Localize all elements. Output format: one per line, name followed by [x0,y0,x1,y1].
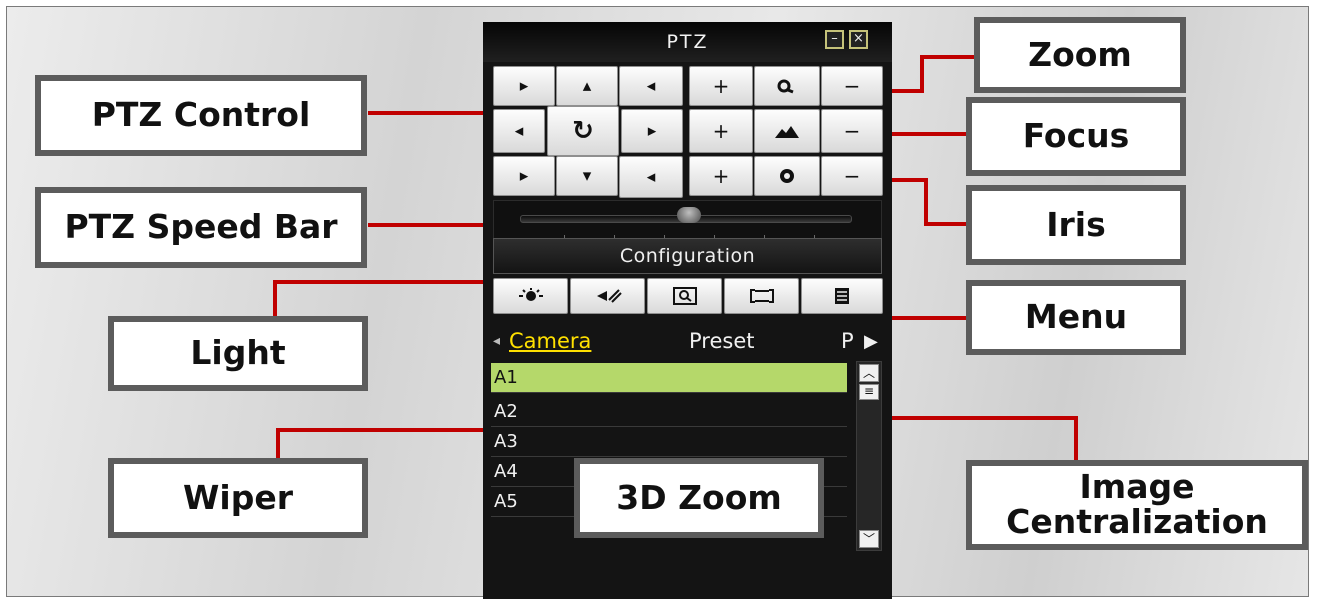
camera-name: A5 [494,491,518,512]
image-centralization-icon [749,289,774,303]
callout-ptz-control: PTZ Control [35,75,367,156]
callout-image-centralization-line1: Image [1079,467,1195,507]
camera-name: A1 [494,367,518,388]
camera-name: A3 [494,431,518,452]
pan-up-left-button[interactable]: ▸ [493,66,555,106]
3d-zoom-icon [672,287,697,305]
wiper-icon [596,289,622,303]
list-item[interactable]: A2 [491,397,847,427]
menu-button[interactable] [801,278,883,314]
pan-right-button[interactable]: ▸ [621,109,683,153]
callout-menu: Menu [966,280,1186,355]
iris-close-button[interactable]: − [821,156,883,196]
callout-light: Light [108,316,368,391]
pan-down-right-button[interactable]: ◂ [619,156,683,198]
tab-scroll-right-icon[interactable]: ▶ [864,331,878,352]
pan-down-left-button[interactable]: ▸ [493,156,555,196]
pan-up-right-button[interactable]: ◂ [619,66,683,106]
iris-icon [754,156,820,196]
focus-near-button[interactable]: + [689,109,753,153]
wiper-button[interactable] [570,278,645,314]
camera-name: A4 [494,461,518,482]
tab-camera[interactable]: Camera [509,329,591,353]
speed-slider-knob[interactable] [677,207,701,223]
callout-ptz-speed-bar: PTZ Speed Bar [35,187,367,268]
light-button[interactable] [493,278,568,314]
focus-far-button[interactable]: − [821,109,883,153]
tilt-down-button[interactable]: ▾ [556,156,618,196]
callout-wiper: Wiper [108,458,368,538]
pan-left-button[interactable]: ◂ [493,109,545,153]
tab-preset[interactable]: Preset [689,329,754,353]
auto-scan-button[interactable]: ↻ [547,106,619,156]
iris-open-button[interactable]: + [689,156,753,196]
callout-3d-zoom: 3D Zoom [574,458,824,538]
zoom-out-button[interactable]: − [821,66,883,106]
3d-zoom-button[interactable] [647,278,722,314]
tab-bar: ◂ Camera Preset P ▶ [483,323,892,359]
callout-focus: Focus [966,97,1186,176]
ptz-title: PTZ [666,31,709,53]
minimize-button[interactable]: – [825,30,844,49]
image-centralization-button[interactable] [724,278,799,314]
tab-scroll-left-icon[interactable]: ◂ [493,333,500,349]
scroll-up-icon[interactable]: ︿ [859,364,879,382]
camera-name: A2 [494,401,518,422]
close-button[interactable]: × [849,30,868,49]
scroll-down-icon[interactable]: ﹀ [859,530,879,548]
list-item[interactable]: A1 [491,363,847,393]
tab-patrol[interactable]: P [841,329,854,353]
tilt-up-button[interactable]: ▴ [556,66,618,106]
camera-list-scrollbar[interactable]: ︿ ≡ ﹀ [856,361,882,551]
light-icon [518,288,543,301]
callout-zoom: Zoom [974,17,1186,93]
zoom-in-button[interactable]: + [689,66,753,106]
callout-image-centralization: Image Centralization [966,460,1308,550]
list-item[interactable]: A3 [491,427,847,457]
focus-icon [754,109,820,153]
menu-icon [835,288,849,304]
callout-image-centralization-line2: Centralization [1006,502,1268,541]
callout-iris: Iris [966,185,1186,265]
zoom-icon [754,66,820,106]
scroll-thumb[interactable]: ≡ [859,384,879,400]
configuration-button[interactable]: Configuration [493,238,882,274]
